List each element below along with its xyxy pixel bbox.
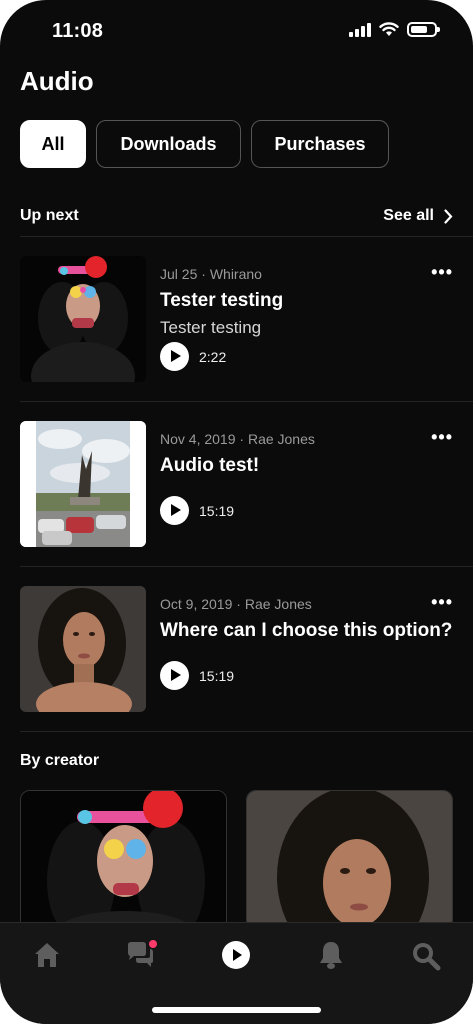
- bell-icon[interactable]: [315, 939, 347, 971]
- status-icons: [349, 22, 440, 37]
- divider: [20, 401, 473, 402]
- item-date: Oct 9, 2019: [160, 596, 233, 612]
- list-item[interactable]: Oct 9, 2019 · Rae Jones Where can I choo…: [20, 586, 453, 712]
- up-next-label: Up next: [20, 207, 79, 224]
- more-options-button[interactable]: •••: [431, 592, 453, 613]
- search-icon[interactable]: [409, 939, 441, 971]
- item-duration: 2:22: [199, 349, 227, 365]
- up-next-header: Up next See all: [20, 207, 453, 225]
- see-all-label: See all: [383, 207, 434, 224]
- item-meta: Oct 9, 2019 · Rae Jones: [160, 596, 312, 612]
- meta-separator: ·: [236, 596, 241, 612]
- meta-separator: ·: [239, 431, 245, 447]
- audio-play-icon[interactable]: [220, 939, 252, 971]
- play-button[interactable]: [160, 342, 189, 371]
- phone-screen: 11:08 Audio All Downloads Purchases Up n…: [0, 0, 473, 1024]
- home-icon[interactable]: [31, 939, 63, 971]
- thumbnail-drag-performer: [20, 256, 146, 382]
- item-title: Tester testing: [160, 290, 284, 311]
- item-meta: Jul 25 · Whirano: [160, 266, 262, 282]
- item-author: Rae Jones: [244, 596, 312, 612]
- item-duration: 15:19: [199, 668, 235, 684]
- status-bar: 11:08: [0, 0, 473, 60]
- chevron-right-icon: [444, 208, 453, 224]
- tab-all[interactable]: All: [20, 120, 86, 168]
- by-creator-label: By creator: [20, 752, 100, 769]
- thumbnail-portrait-woman: [20, 586, 146, 712]
- play-button[interactable]: [160, 496, 189, 525]
- item-title: Where can I choose this option?: [160, 620, 453, 641]
- list-item[interactable]: Nov 4, 2019 · Rae Jones Audio test! 15:1…: [20, 421, 453, 547]
- chat-icon[interactable]: [125, 939, 157, 971]
- more-options-button[interactable]: •••: [431, 262, 453, 283]
- filter-tabs: All Downloads Purchases: [20, 120, 389, 168]
- divider: [20, 236, 473, 237]
- page-title: Audio: [20, 66, 94, 96]
- divider: [20, 731, 473, 732]
- tab-downloads[interactable]: Downloads: [96, 120, 241, 168]
- home-indicator[interactable]: [152, 1007, 321, 1013]
- item-duration: 15:19: [199, 503, 235, 519]
- by-creator-header: By creator: [20, 752, 453, 770]
- wifi-icon: [379, 22, 399, 36]
- item-date: Jul 25: [160, 266, 198, 282]
- item-title: Audio test!: [160, 455, 260, 476]
- item-author: Whirano: [209, 266, 262, 282]
- creator-card-rae-jones[interactable]: [246, 790, 453, 930]
- thumbnail-statue-parking: [20, 421, 146, 547]
- signal-icon: [349, 22, 371, 37]
- play-button[interactable]: [160, 661, 189, 690]
- item-date: Nov 4, 2019: [160, 431, 236, 447]
- tab-purchases[interactable]: Purchases: [251, 120, 389, 168]
- status-time: 11:08: [52, 20, 104, 42]
- see-all-link[interactable]: See all: [383, 207, 453, 225]
- creator-card-whirano[interactable]: [20, 790, 227, 930]
- item-subtitle: Tester testing: [160, 318, 262, 337]
- meta-separator: ·: [201, 266, 206, 282]
- battery-icon: [407, 22, 440, 37]
- item-author: Rae Jones: [247, 431, 315, 447]
- divider: [20, 566, 473, 567]
- list-item[interactable]: Jul 25 · Whirano Tester testing Tester t…: [20, 256, 453, 382]
- more-options-button[interactable]: •••: [431, 427, 453, 448]
- item-meta: Nov 4, 2019 · Rae Jones: [160, 431, 315, 447]
